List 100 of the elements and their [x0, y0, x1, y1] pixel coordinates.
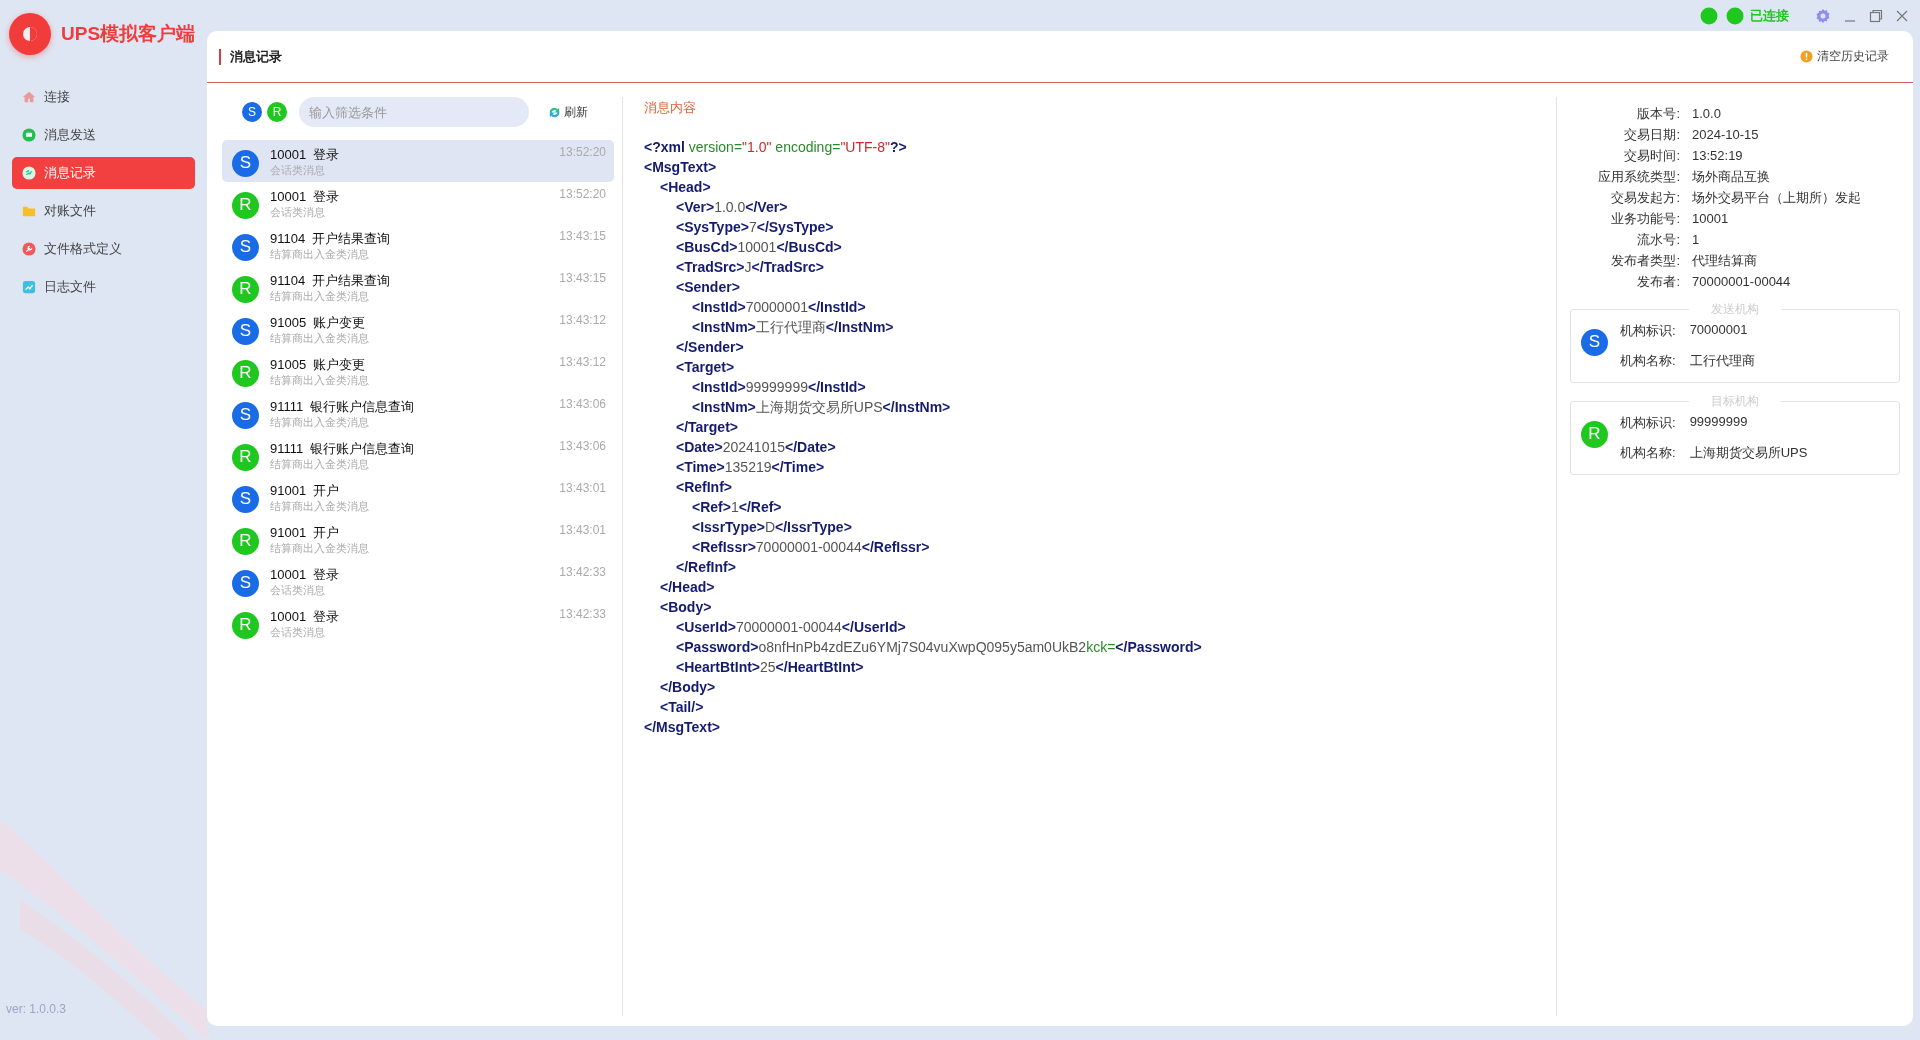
xml-line: <SysType>7</SysType> [676, 219, 834, 235]
filter-input[interactable]: 输入筛选条件 [299, 97, 529, 127]
message-title: 91001 开户 [270, 523, 341, 541]
direction-badge: S [232, 233, 259, 261]
message-time: 13:52:20 [559, 187, 606, 201]
message-category: 会话类消息 [270, 204, 326, 219]
message-time: 13:43:15 [559, 229, 606, 243]
field-value: 2024-10-15 [1692, 126, 1760, 144]
direction-badge: R [232, 443, 259, 471]
direction-badge: S [232, 149, 259, 177]
sidebar-item[interactable]: 消息发送 [12, 119, 195, 151]
sidebar-item[interactable]: 对账文件 [12, 195, 195, 227]
message-item[interactable]: S 91001 开户 结算商出入金类消息 13:43:01 [222, 476, 614, 518]
message-item[interactable]: R 91111 银行账户信息查询 结算商出入金类消息 13:43:06 [222, 434, 614, 476]
field-value: 场外商品互换 [1692, 168, 1771, 186]
field-label: 机构名称: [1620, 444, 1676, 462]
message-time: 13:43:12 [559, 355, 606, 369]
message-category: 会话类消息 [270, 582, 326, 597]
xml-line: <Sender> [676, 279, 740, 295]
direction-badge: R [232, 275, 259, 303]
sidebar-item[interactable]: 文件格式定义 [12, 233, 195, 265]
xml-line: <?xml version="1.0" encoding="UTF-8"?> [644, 139, 907, 155]
refresh-button[interactable]: 刷新 [546, 101, 590, 123]
message-item[interactable]: R 91001 开户 结算商出入金类消息 13:43:01 [222, 518, 614, 560]
message-title: 91005 账户变更 [270, 313, 367, 331]
message-item[interactable]: R 10001 登录 会话类消息 13:52:20 [222, 182, 614, 224]
record-icon [22, 166, 36, 180]
field-label: 机构名称: [1620, 352, 1676, 370]
maximize-icon[interactable] [1869, 8, 1883, 23]
xml-line: <InstId>99999999</InstId> [692, 379, 866, 395]
xml-line: <TradSrc>J</TradSrc> [676, 259, 824, 275]
warning-icon [1800, 50, 1813, 63]
message-time: 13:42:33 [559, 607, 606, 621]
xml-line: <Time>135219</Time> [676, 459, 825, 475]
message-title: 91111 银行账户信息查询 [270, 439, 416, 457]
xml-line: <HeartBtInt>25</HeartBtInt> [676, 659, 864, 675]
message-category: 结算商出入金类消息 [270, 372, 370, 387]
section-title: 消息内容 [644, 99, 696, 117]
message-category: 结算商出入金类消息 [270, 498, 370, 513]
message-item[interactable]: R 10001 登录 会话类消息 13:42:33 [222, 602, 614, 644]
xml-line: <Date>20241015</Date> [676, 439, 836, 455]
settings-icon[interactable] [1815, 7, 1831, 24]
home-icon [22, 90, 36, 104]
message-time: 13:43:06 [559, 439, 606, 453]
field-value: 70000001-00044 [1692, 273, 1792, 291]
field-label: 机构标识: [1620, 414, 1676, 432]
xml-line: </RefInf> [676, 559, 736, 575]
message-item[interactable]: S 91005 账户变更 结算商出入金类消息 13:43:12 [222, 308, 614, 350]
xml-line: <InstNm>上海期货交易所UPS</InstNm> [692, 399, 951, 415]
field-value: 99999999 [1689, 414, 1749, 431]
app-title: UPS模拟客户端 [61, 22, 196, 46]
wrench-icon [22, 242, 36, 256]
xml-line: <MsgText> [644, 159, 717, 175]
field-label: 机构标识: [1620, 322, 1676, 340]
message-time: 13:52:20 [559, 145, 606, 159]
field-label: 发布者: [1636, 273, 1680, 291]
message-item[interactable]: S 91111 银行账户信息查询 结算商出入金类消息 13:43:06 [222, 392, 614, 434]
field-value: 工行代理商 [1689, 352, 1755, 370]
direction-badge: R [232, 191, 259, 219]
message-category: 结算商出入金类消息 [270, 330, 370, 345]
message-item[interactable]: R 91104 开户结果查询 结算商出入金类消息 13:43:15 [222, 266, 614, 308]
message-item[interactable]: S 10001 登录 会话类消息 13:52:20 [222, 140, 614, 182]
sidebar-item[interactable]: 消息记录 [12, 157, 195, 189]
field-value: 10001 [1692, 210, 1730, 228]
message-item[interactable]: S 10001 登录 会话类消息 13:42:33 [222, 560, 614, 602]
filter-toggle[interactable]: S [242, 102, 262, 122]
xml-line: <Target> [676, 359, 735, 375]
field-value: 代理结算商 [1692, 252, 1758, 270]
direction-badge: R [232, 527, 259, 555]
app-logo-icon [8, 12, 52, 56]
field-value: 场外交易平台（上期所）发起 [1692, 189, 1862, 207]
message-time: 13:43:01 [559, 523, 606, 537]
message-time: 13:43:12 [559, 313, 606, 327]
field-value: 13:52:19 [1692, 147, 1744, 165]
message-title: 91104 开户结果查询 [270, 229, 392, 247]
clear-history-button[interactable]: 清空历史记录 [1798, 46, 1891, 67]
xml-line: <InstNm>工行代理商</InstNm> [692, 319, 894, 335]
sidebar-item[interactable]: 连接 [12, 81, 195, 113]
message-category: 结算商出入金类消息 [270, 456, 370, 471]
close-icon[interactable] [1895, 8, 1909, 23]
xml-line: <UserId>70000001-00044</UserId> [676, 619, 906, 635]
xml-line: <Password>o8nfHnPb4zdEZu6YMj7S04vuXwpQ095y5am0UkB2kck=</Password> [676, 639, 1202, 655]
message-item[interactable]: S 91104 开户结果查询 结算商出入金类消息 13:43:15 [222, 224, 614, 266]
message-item[interactable]: R 91005 账户变更 结算商出入金类消息 13:43:12 [222, 350, 614, 392]
message-title: 91001 开户 [270, 481, 341, 499]
field-label: 版本号: [1636, 105, 1680, 123]
message-title: 91005 账户变更 [270, 355, 367, 373]
message-category: 结算商出入金类消息 [270, 246, 370, 261]
message-time: 13:42:33 [559, 565, 606, 579]
message-category: 结算商出入金类消息 [270, 414, 370, 429]
field-label: 交易日期: [1623, 126, 1680, 144]
sidebar-item[interactable]: 日志文件 [12, 271, 195, 303]
direction-badge: S [232, 485, 259, 513]
field-label: 发布者类型: [1610, 252, 1680, 270]
message-category: 结算商出入金类消息 [270, 540, 370, 555]
direction-badge: S [232, 401, 259, 429]
xml-line: </Sender> [676, 339, 744, 355]
message-time: 13:43:15 [559, 271, 606, 285]
version-label: ver: 1.0.0.3 [6, 1002, 67, 1016]
field-label: 交易时间: [1623, 147, 1680, 165]
